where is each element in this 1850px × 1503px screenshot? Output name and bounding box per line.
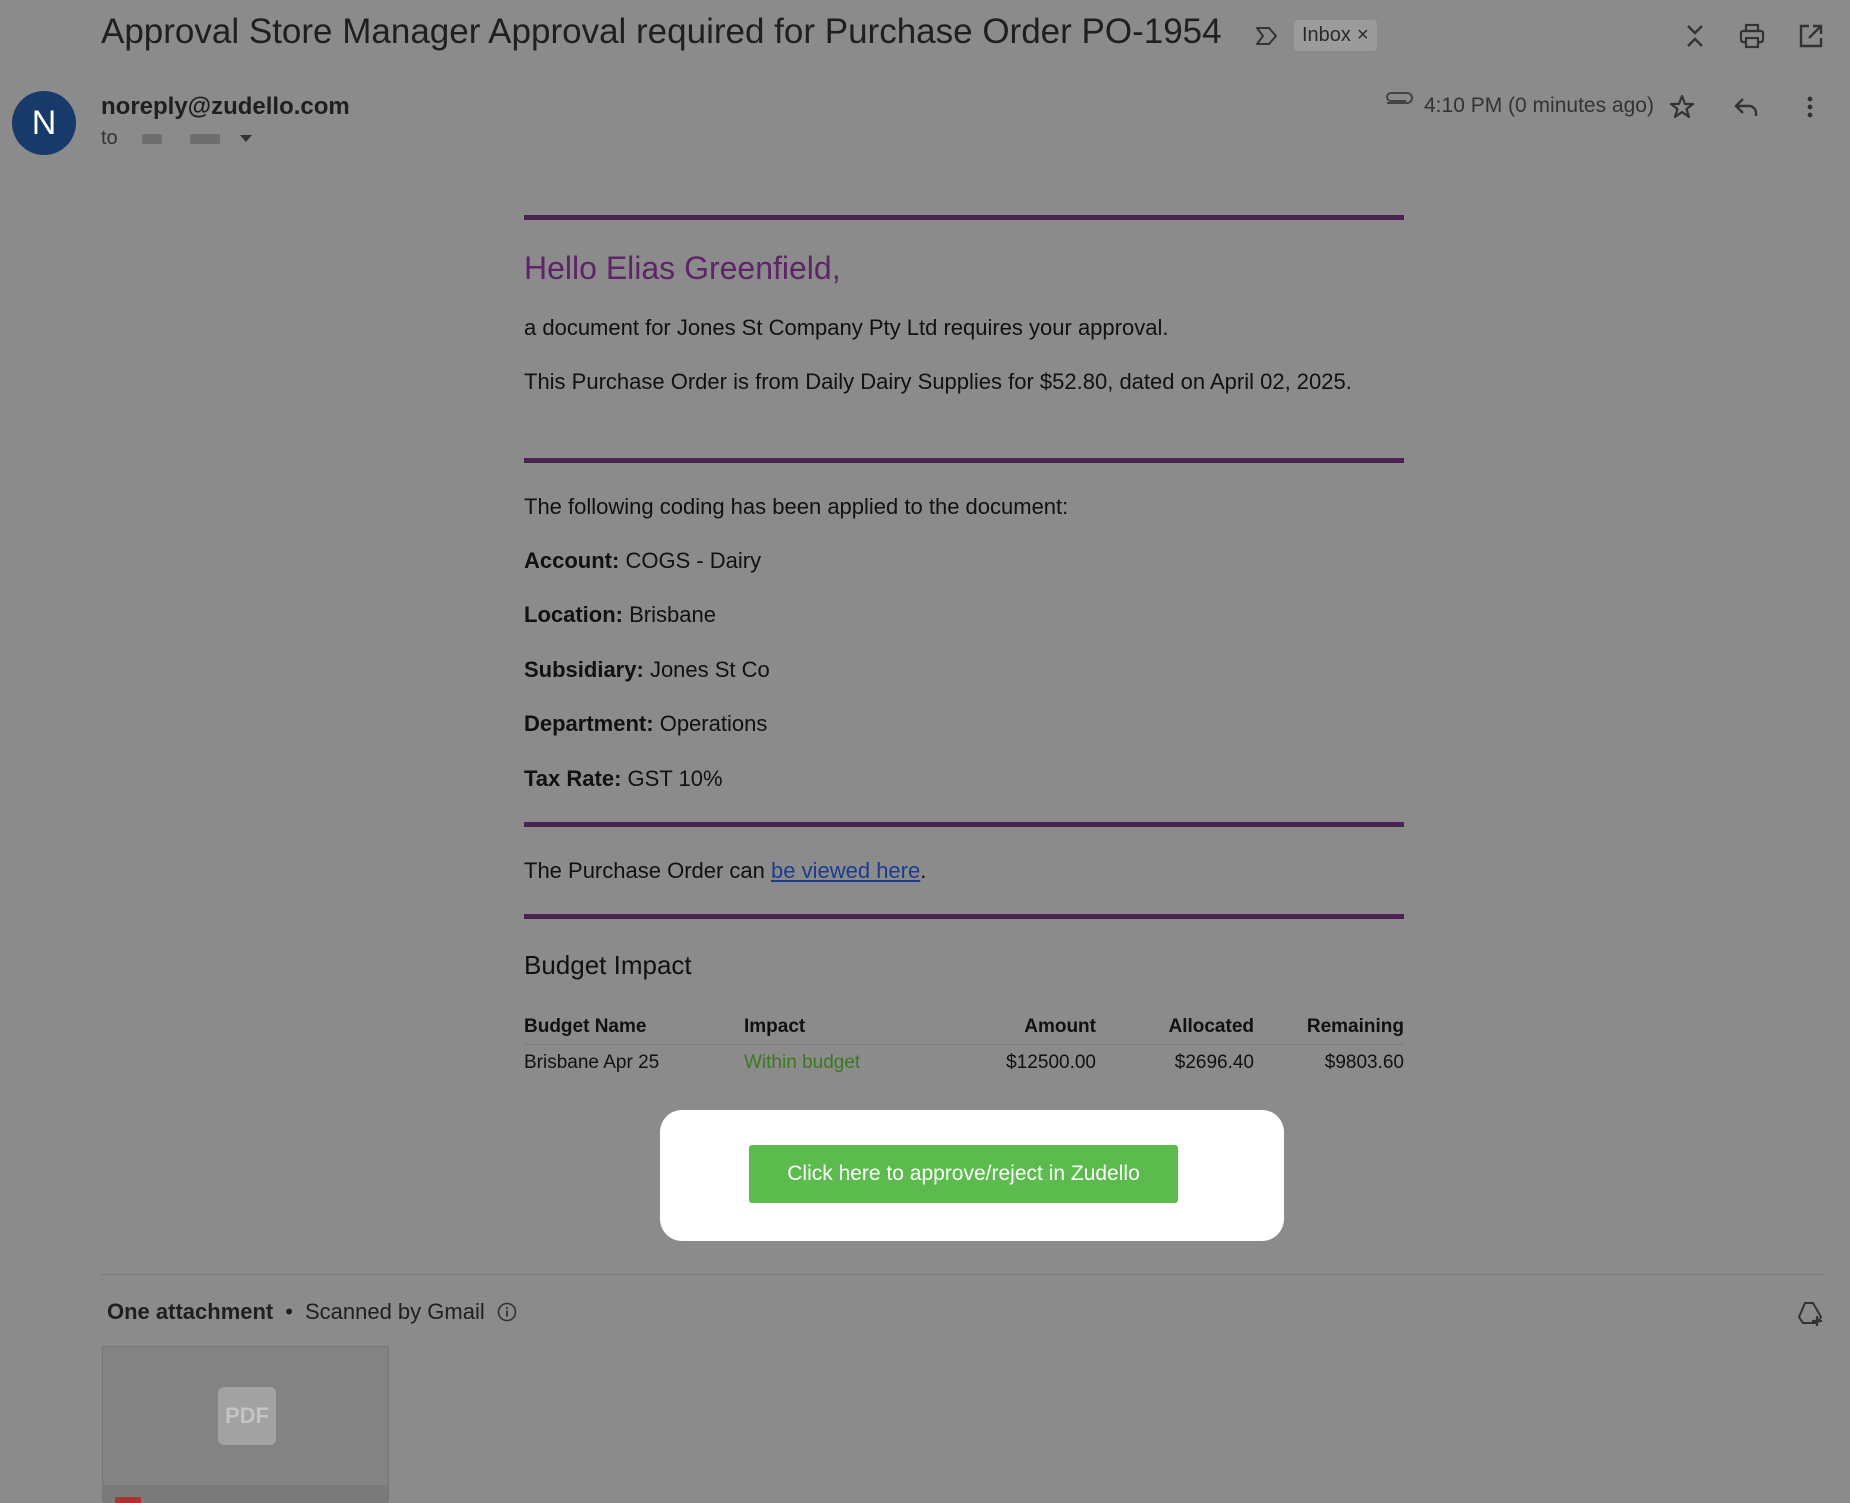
recipients-row: to <box>101 127 252 150</box>
coding-row-location: Location: Brisbane <box>524 602 716 628</box>
collapse-icon <box>1687 25 1703 47</box>
attachments-header: One attachment • Scanned by Gmail <box>107 1299 517 1325</box>
table-row: Brisbane Apr 25 Within budget $12500.00 … <box>524 1045 1404 1079</box>
attachment-card[interactable]: PDF <box>102 1346 389 1503</box>
table-header-row: Budget Name Impact Amount Allocated Rema… <box>524 1012 1404 1045</box>
view-purchase-order-link[interactable]: be viewed here <box>771 858 920 883</box>
coding-value: Operations <box>659 711 768 736</box>
show-details-caret-icon[interactable] <box>239 135 252 142</box>
column-header-remaining: Remaining <box>1254 1012 1404 1045</box>
column-header-budget-name: Budget Name <box>524 1012 744 1045</box>
column-header-amount: Amount <box>944 1012 1096 1045</box>
more-vert-icon <box>1807 96 1813 118</box>
divider <box>524 914 1404 919</box>
add-all-to-drive-button[interactable] <box>1790 1293 1830 1333</box>
coding-intro: The following coding has been applied to… <box>524 494 1069 519</box>
reply-button[interactable] <box>1726 87 1766 127</box>
remaining-cell: $9803.60 <box>1324 1052 1404 1073</box>
coding-label: Tax Rate: <box>524 766 622 791</box>
star-button[interactable] <box>1662 87 1702 127</box>
info-icon[interactable] <box>497 1302 517 1322</box>
print-icon <box>1739 23 1765 49</box>
coding-row-account: Account: COGS - Dairy <box>524 548 761 574</box>
approve-reject-button[interactable]: Click here to approve/reject in Zudello <box>749 1145 1178 1203</box>
purchase-order-summary: This Purchase Order is from Daily Dairy … <box>524 369 1352 394</box>
open-in-new-window-button[interactable] <box>1791 16 1831 56</box>
sender-avatar[interactable]: N <box>12 91 76 155</box>
divider <box>524 822 1404 827</box>
pdf-icon: PDF <box>218 1387 276 1445</box>
budget-impact-heading: Budget Impact <box>524 950 692 980</box>
coding-value: Brisbane <box>629 602 716 627</box>
attachment-icon <box>1383 92 1413 114</box>
attachment-card-footer <box>103 1485 388 1503</box>
star-icon <box>1669 94 1695 119</box>
budget-impact-table: Budget Name Impact Amount Allocated Rema… <box>524 1012 1404 1078</box>
sender-email[interactable]: noreply@zudello.com <box>101 93 350 121</box>
coding-value: COGS - Dairy <box>625 548 762 573</box>
coding-label: Department: <box>524 711 654 736</box>
allocated-cell: $2696.40 <box>1174 1052 1254 1073</box>
attachment-count: One attachment <box>107 1299 274 1324</box>
scanned-by-gmail-text: Scanned by Gmail <box>304 1299 485 1324</box>
column-header-allocated: Allocated <box>1096 1012 1254 1045</box>
greeting: Hello Elias Greenfield, <box>524 250 841 286</box>
coding-label: Subsidiary: <box>524 657 644 682</box>
coding-label: Account: <box>524 548 620 573</box>
redacted-recipient <box>141 133 162 144</box>
pdf-badge-icon <box>115 1497 141 1503</box>
view-po-suffix: . <box>920 858 927 883</box>
coding-value: Jones St Co <box>649 657 770 682</box>
inbox-label-text: Inbox <box>1302 24 1351 46</box>
more-options-button[interactable] <box>1790 87 1830 127</box>
approval-request-text: a document for Jones St Company Pty Ltd … <box>524 315 1169 340</box>
budget-name-cell: Brisbane Apr 25 <box>524 1052 660 1073</box>
to-label: to <box>101 127 118 149</box>
divider <box>524 458 1404 463</box>
open-in-new-icon <box>1799 24 1823 48</box>
attachments-divider <box>101 1274 1826 1275</box>
coding-row-tax-rate: Tax Rate: GST 10% <box>524 766 723 792</box>
reply-icon <box>1734 98 1758 116</box>
view-po-prefix: The Purchase Order can <box>524 858 772 883</box>
coding-label: Location: <box>524 602 623 627</box>
redacted-recipient <box>189 133 220 144</box>
email-subject: Approval Store Manager Approval required… <box>101 12 1222 51</box>
collapse-button[interactable] <box>1675 16 1715 56</box>
add-to-drive-icon <box>1797 1302 1823 1326</box>
impact-cell: Within budget <box>744 1052 861 1073</box>
view-po-text: The Purchase Order can be viewed here. <box>524 858 926 884</box>
email-timestamp: 4:10 PM (0 minutes ago) <box>1424 94 1654 117</box>
amount-cell: $12500.00 <box>1006 1052 1096 1073</box>
print-button[interactable] <box>1732 16 1772 56</box>
coding-value: GST 10% <box>627 766 723 791</box>
inbox-label-chip: Inbox × <box>1294 20 1377 51</box>
remove-label-button[interactable]: × <box>1357 20 1369 51</box>
coding-row-subsidiary: Subsidiary: Jones St Co <box>524 657 770 683</box>
divider <box>524 215 1404 220</box>
column-header-impact: Impact <box>744 1012 944 1045</box>
coding-row-department: Department: Operations <box>524 711 767 737</box>
separator-dot: • <box>285 1299 293 1324</box>
label-icon[interactable] <box>1254 24 1280 48</box>
